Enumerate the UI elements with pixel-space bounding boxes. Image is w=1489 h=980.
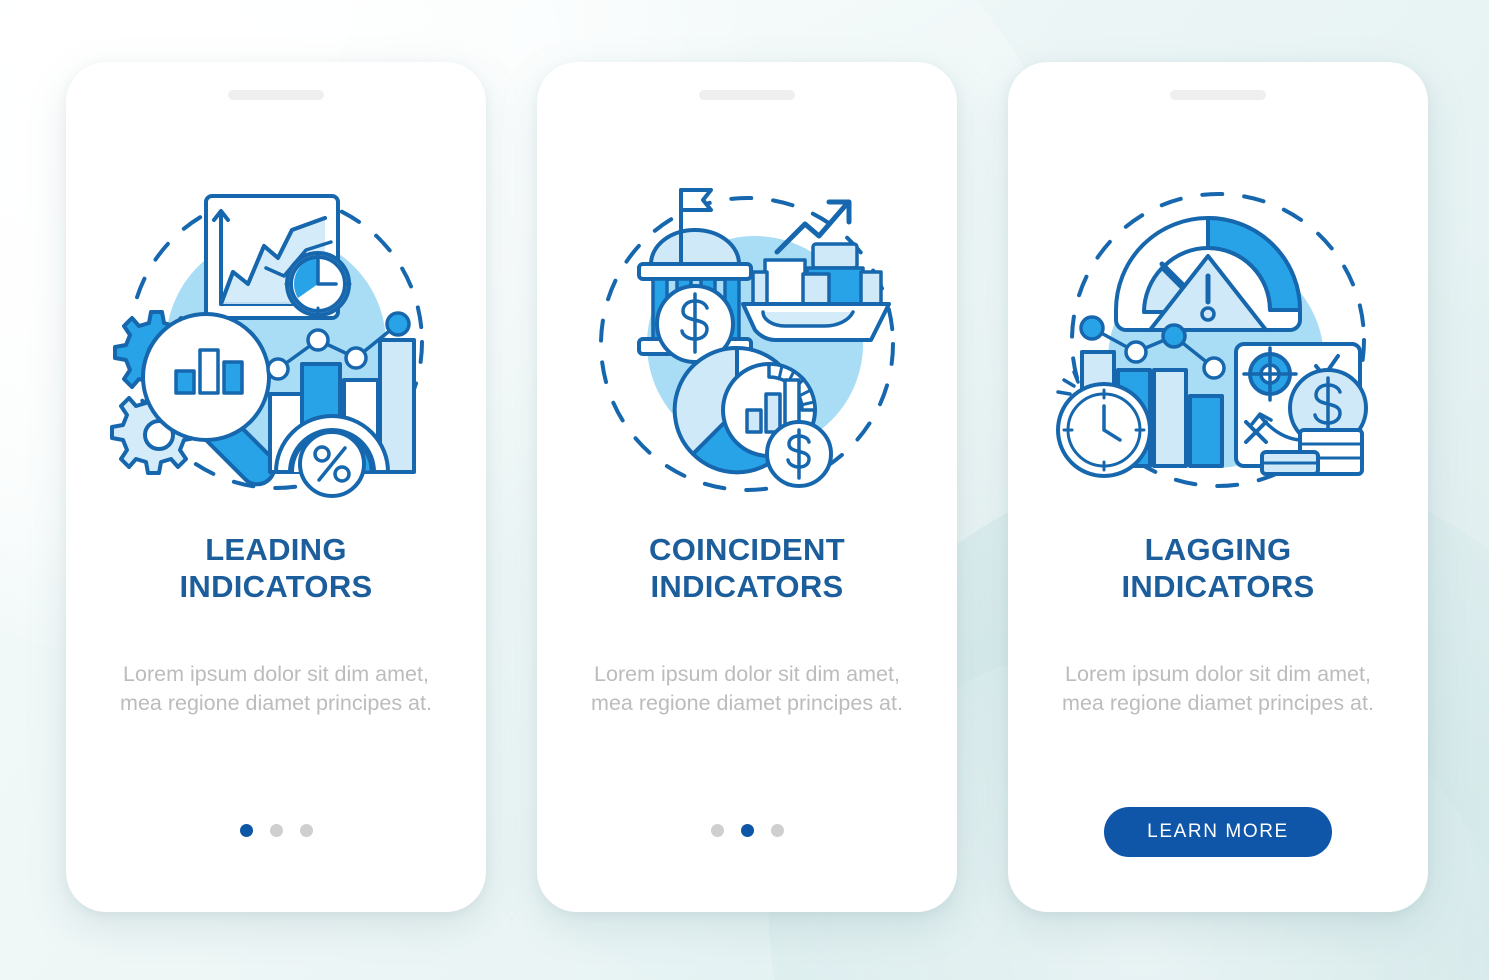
pagination-dot-3[interactable] [770, 824, 784, 837]
pagination-dot-1[interactable] [710, 824, 724, 837]
onboarding-screen-lagging: LAGGING INDICATORS Lorem ipsum dolor sit… [1008, 62, 1428, 912]
pagination-dot-1[interactable] [239, 824, 253, 837]
title-line-1: LEADING [205, 532, 347, 567]
title-line-2: INDICATORS [1121, 568, 1315, 604]
title-line-1: COINCIDENT [649, 532, 845, 567]
pagination-dots[interactable] [66, 824, 486, 837]
phone-speaker [699, 90, 795, 100]
page-title: COINCIDENT INDICATORS [563, 532, 931, 605]
page-title: LEADING INDICATORS [92, 532, 460, 605]
phone-speaker [1170, 90, 1266, 100]
title-line-2: INDICATORS [179, 568, 373, 604]
page-title: LAGGING INDICATORS [1034, 532, 1402, 605]
title-line-1: LAGGING [1144, 532, 1292, 567]
phone-speaker [228, 90, 324, 100]
body-text: Lorem ipsum dolor sit dim amet, mea regi… [120, 662, 432, 715]
title-line-2: INDICATORS [650, 568, 844, 604]
pagination-dot-2[interactable] [269, 824, 283, 837]
lagging-illustration-svg [1056, 192, 1368, 488]
pagination-dot-2[interactable] [740, 824, 754, 837]
lagging-indicators-illustration [1008, 172, 1428, 512]
pagination-dot-3[interactable] [299, 824, 313, 837]
onboarding-screen-coincident: COINCIDENT INDICATORS Lorem ipsum dolor … [537, 62, 957, 912]
leading-illustration-svg [110, 194, 424, 498]
coincident-illustration-svg [599, 188, 895, 492]
body-text: Lorem ipsum dolor sit dim amet, mea regi… [591, 662, 903, 715]
coincident-indicators-illustration [537, 172, 957, 512]
onboarding-screen-leading: LEADING INDICATORS Lorem ipsum dolor sit… [66, 62, 486, 912]
leading-indicators-illustration [66, 172, 486, 512]
pagination-dots[interactable] [537, 824, 957, 837]
learn-more-button[interactable]: LEARN MORE [1104, 807, 1332, 857]
body-text: Lorem ipsum dolor sit dim amet, mea regi… [1062, 662, 1374, 715]
